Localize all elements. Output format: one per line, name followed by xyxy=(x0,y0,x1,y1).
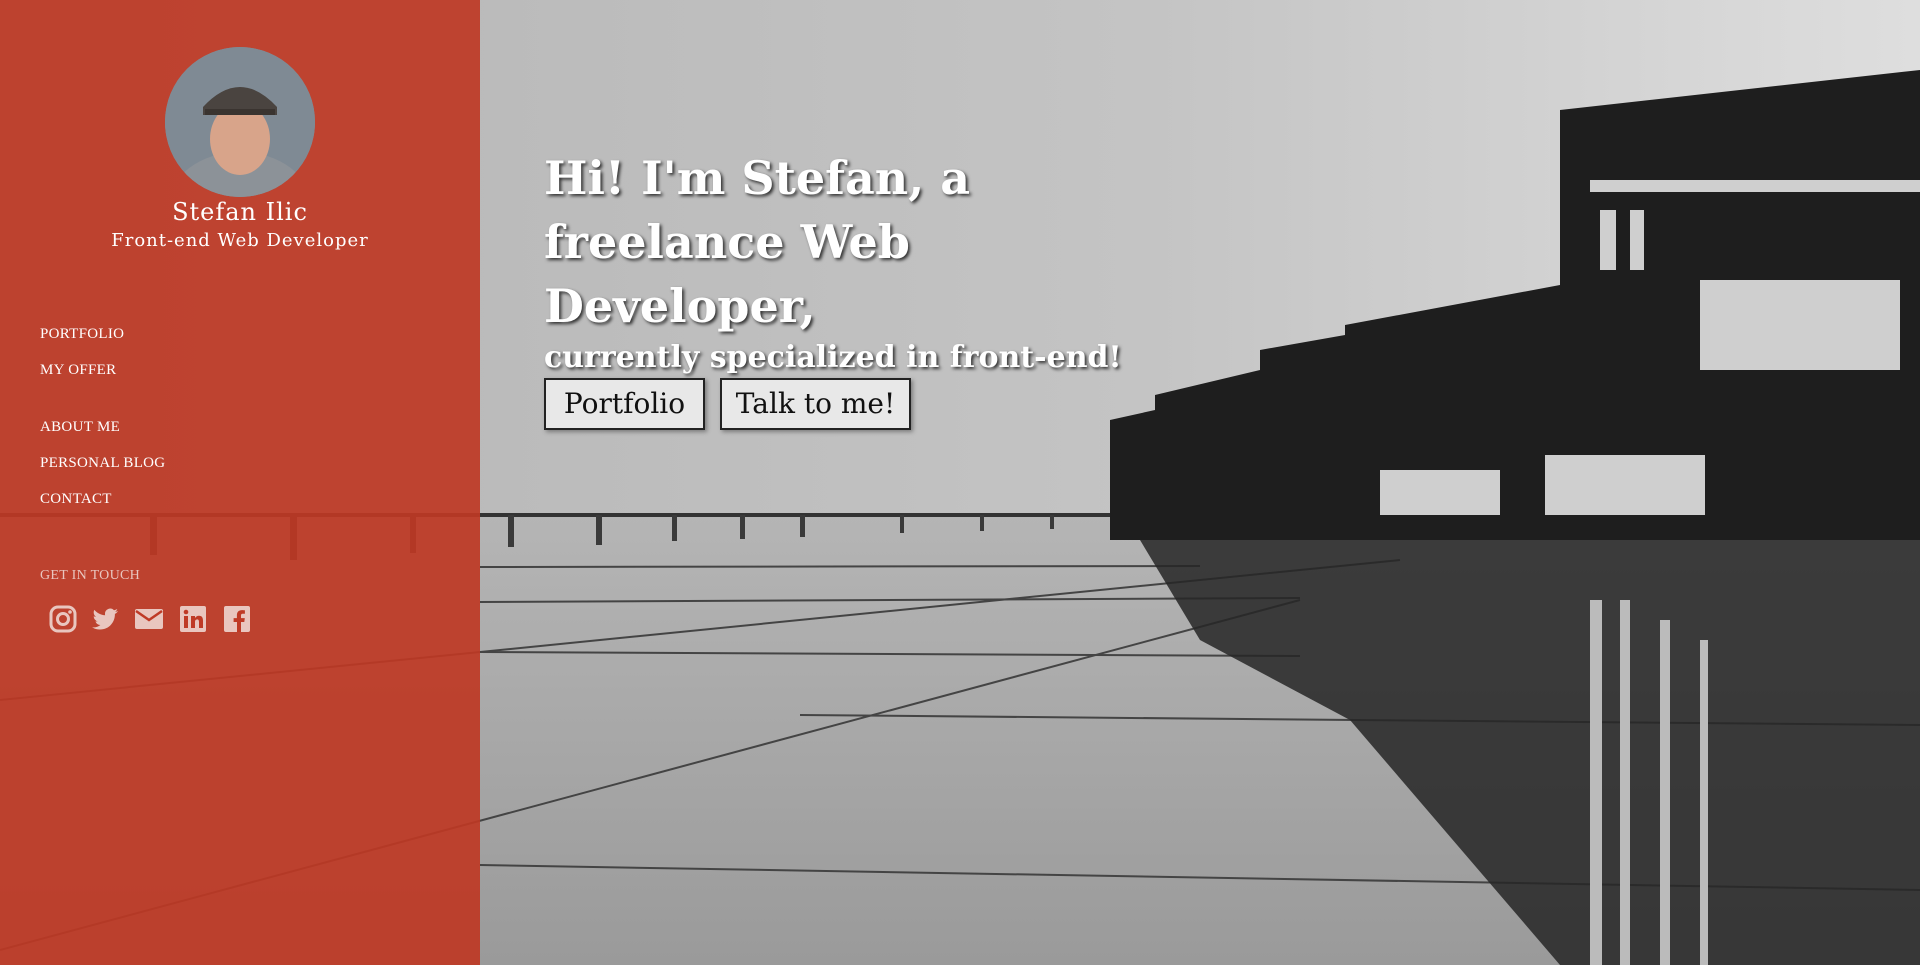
facebook-icon[interactable] xyxy=(222,604,252,634)
envelope-icon[interactable] xyxy=(134,604,164,634)
hero-headline: Hi! I'm Stefan, a freelance Web Develope… xyxy=(544,151,971,333)
avatar xyxy=(165,47,315,197)
nav-portfolio[interactable]: PORTFOLIO xyxy=(40,326,124,343)
nav-personal-blog[interactable]: PERSONAL BLOG xyxy=(40,455,165,472)
get-in-touch-label: GET IN TOUCH xyxy=(40,568,141,583)
instagram-icon[interactable] xyxy=(48,604,78,634)
talk-to-me-button[interactable]: Talk to me! xyxy=(720,378,911,430)
linkedin-icon[interactable] xyxy=(178,604,208,634)
profile-name: Stefan Ilic xyxy=(172,198,308,226)
nav-about-me[interactable]: ABOUT ME xyxy=(40,419,120,436)
sidebar: Stefan Ilic Front-end Web Developer PORT… xyxy=(0,0,480,965)
nav-my-offer[interactable]: MY OFFER xyxy=(40,362,116,379)
hero-subheadline: currently specialized in front-end! xyxy=(544,340,1122,375)
hero-section: Hi! I'm Stefan, a freelance Web Develope… xyxy=(544,146,1164,430)
profile-role: Front-end Web Developer xyxy=(111,230,369,251)
twitter-icon[interactable] xyxy=(90,604,120,634)
nav-contact[interactable]: CONTACT xyxy=(40,491,112,508)
portfolio-button[interactable]: Portfolio xyxy=(544,378,705,430)
